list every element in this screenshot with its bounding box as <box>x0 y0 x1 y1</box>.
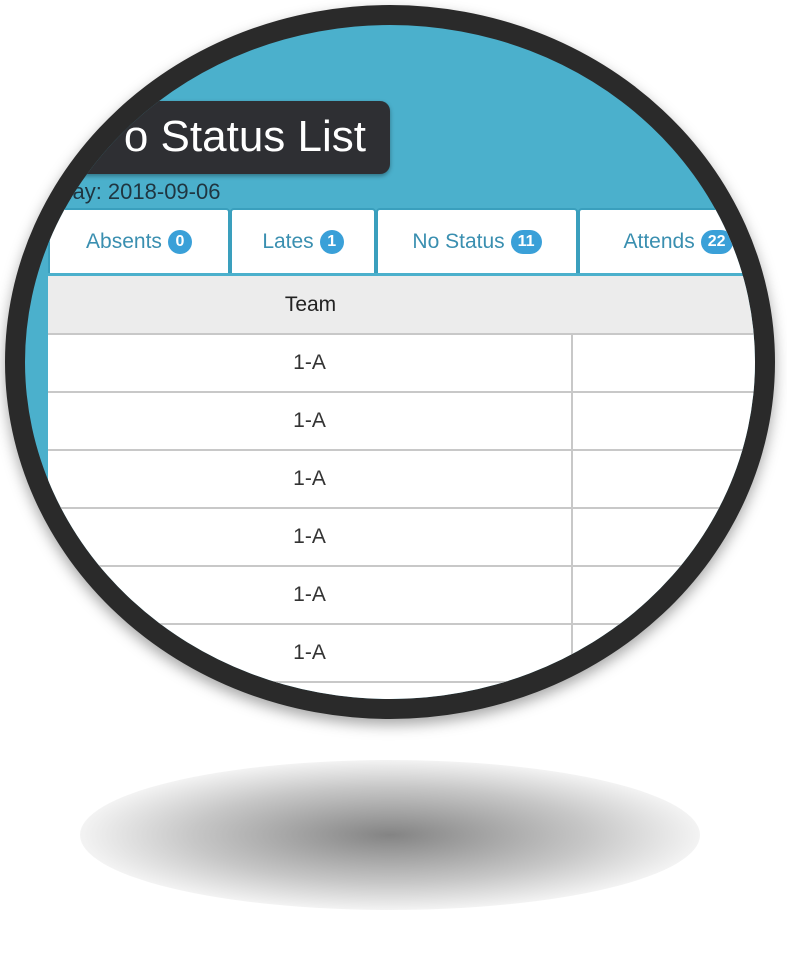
table-row[interactable]: 1-A <box>48 335 755 393</box>
team-cell: 1-A <box>48 451 573 507</box>
table-row[interactable]: 1-A <box>48 393 755 451</box>
table-row[interactable]: 1-A <box>48 625 755 683</box>
table-header: Team <box>48 276 755 335</box>
team-cell: 1-A <box>48 335 573 391</box>
empty-cell <box>573 451 755 507</box>
tab-absents-count-badge: 0 <box>167 229 192 254</box>
empty-cell <box>573 335 755 391</box>
column-header-team: Team <box>284 292 337 316</box>
tab-no-status-label: No Status <box>412 229 505 253</box>
tab-lates-count-badge: 1 <box>319 229 344 254</box>
tab-lates[interactable]: Lates 1 <box>230 208 376 273</box>
empty-cell <box>573 509 755 565</box>
today-date: oday: 2018-09-06 <box>48 179 221 204</box>
empty-cell <box>573 393 755 449</box>
team-cell: 1-A <box>48 393 573 449</box>
tab-absents-label: Absents <box>86 229 162 253</box>
tab-no-status-count-badge: 11 <box>510 229 542 254</box>
page-title-box: o Status List <box>60 101 390 174</box>
page-title: o Status List <box>123 112 366 161</box>
tab-lates-label: Lates <box>262 229 314 253</box>
tab-attends[interactable]: Attends 22 <box>578 208 755 273</box>
tab-attends-count-badge: 22 <box>700 229 733 254</box>
magnifier-shadow <box>80 760 700 910</box>
tab-attends-label: Attends <box>623 229 695 253</box>
empty-cell <box>573 567 755 623</box>
tab-absents[interactable]: Absents 0 <box>48 208 230 273</box>
team-cell: 1-A <box>48 567 573 623</box>
app-view: o Status List oday: 2018-09-06 Absents 0… <box>25 25 755 699</box>
table-row[interactable]: 1-A <box>48 509 755 567</box>
empty-cell <box>573 625 755 681</box>
tab-no-status[interactable]: No Status 11 <box>376 208 578 273</box>
empty-cell <box>573 683 755 699</box>
status-tabs: Absents 0 Lates 1 No Status 11 Attends 2… <box>48 208 755 273</box>
table-row[interactable]: 1-A <box>48 451 755 509</box>
team-cell <box>48 683 573 699</box>
team-cell: 1-A <box>48 625 573 681</box>
table-row[interactable] <box>48 683 755 699</box>
magnifier-lens: o Status List oday: 2018-09-06 Absents 0… <box>5 5 775 719</box>
status-table: Team 1-A 1-A 1-A 1-A 1-A 1-A <box>48 276 755 699</box>
table-row[interactable]: 1-A <box>48 567 755 625</box>
team-cell: 1-A <box>48 509 573 565</box>
